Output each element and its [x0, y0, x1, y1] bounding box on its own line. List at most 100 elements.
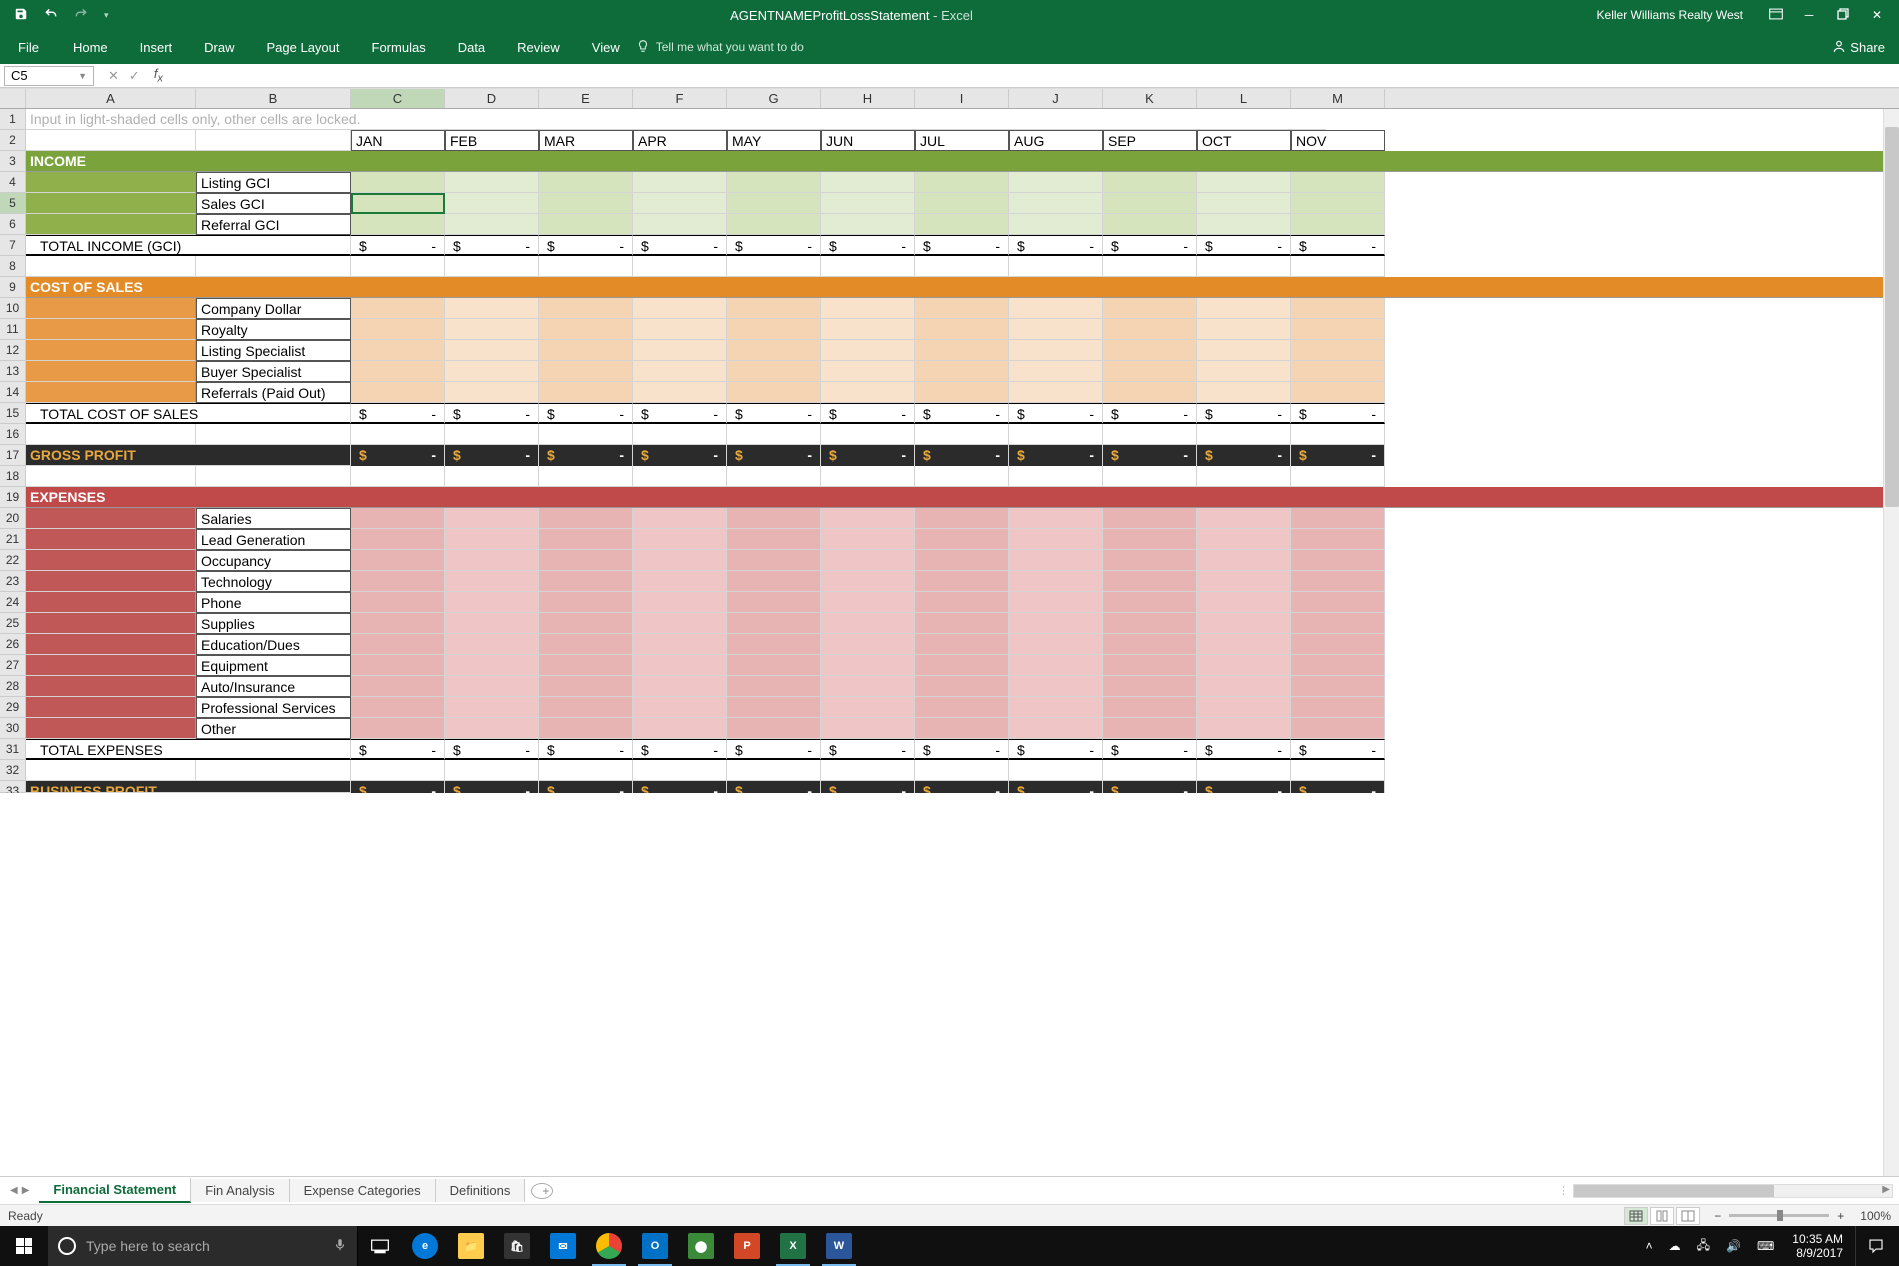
fx-icon[interactable]: fx [154, 66, 171, 85]
task-view-button[interactable] [358, 1226, 402, 1266]
cell[interactable] [539, 613, 633, 634]
cell[interactable] [351, 256, 445, 277]
row-header[interactable]: 6 [0, 214, 26, 235]
sheet-nav-prev-icon[interactable]: ◀ [10, 1185, 18, 1196]
row-header[interactable]: 7 [0, 235, 26, 256]
cell[interactable] [915, 634, 1009, 655]
cell[interactable]: SEP [1103, 130, 1197, 151]
cell[interactable] [633, 697, 727, 718]
cell[interactable] [445, 760, 539, 781]
cell[interactable]: $- [445, 445, 539, 466]
cell[interactable]: $- [351, 739, 445, 760]
cell[interactable] [445, 340, 539, 361]
cell[interactable] [445, 172, 539, 193]
cell[interactable] [915, 172, 1009, 193]
cell[interactable] [1103, 697, 1197, 718]
cell[interactable] [727, 214, 821, 235]
tray-volume-icon[interactable]: 🔊 [1720, 1235, 1747, 1257]
taskbar-outlook[interactable]: O [632, 1226, 678, 1266]
ribbon-display-icon[interactable] [1761, 4, 1791, 27]
cell[interactable]: $- [351, 445, 445, 466]
cell[interactable] [821, 634, 915, 655]
cell[interactable] [821, 256, 915, 277]
cell[interactable]: $- [1103, 739, 1197, 760]
cell[interactable] [1197, 424, 1291, 445]
cell[interactable] [633, 340, 727, 361]
cell[interactable] [1197, 676, 1291, 697]
cell[interactable] [1197, 172, 1291, 193]
sheet-tab-definitions[interactable]: Definitions [436, 1179, 526, 1202]
cell[interactable] [1009, 655, 1103, 676]
cell[interactable] [727, 634, 821, 655]
cell[interactable]: Occupancy [196, 550, 351, 571]
cell[interactable] [445, 319, 539, 340]
cell[interactable]: $- [445, 235, 539, 256]
cell[interactable] [915, 718, 1009, 739]
row-header[interactable]: 26 [0, 634, 26, 655]
tab-formulas[interactable]: Formulas [356, 32, 442, 63]
cell[interactable]: $- [915, 739, 1009, 760]
cell[interactable]: Phone [196, 592, 351, 613]
start-button[interactable] [0, 1226, 48, 1266]
col-header-l[interactable]: L [1197, 89, 1291, 108]
tab-home[interactable]: Home [57, 32, 124, 63]
cell[interactable] [1009, 319, 1103, 340]
cell[interactable] [539, 424, 633, 445]
cell[interactable] [351, 550, 445, 571]
cell[interactable] [1009, 550, 1103, 571]
cell[interactable] [26, 172, 196, 193]
cell[interactable] [1009, 718, 1103, 739]
cell[interactable] [727, 508, 821, 529]
cell[interactable] [445, 613, 539, 634]
cell[interactable] [1009, 613, 1103, 634]
cell[interactable] [26, 214, 196, 235]
cell[interactable]: OCT [1197, 130, 1291, 151]
view-page-break-button[interactable] [1676, 1207, 1700, 1225]
cell[interactable] [26, 193, 196, 214]
cell[interactable] [26, 529, 196, 550]
taskbar-file-explorer[interactable]: 📁 [448, 1226, 494, 1266]
cell[interactable] [1197, 508, 1291, 529]
cell[interactable] [633, 382, 727, 403]
cell[interactable] [539, 592, 633, 613]
cell[interactable] [727, 361, 821, 382]
cell[interactable] [915, 193, 1009, 214]
cell[interactable]: $- [1291, 235, 1385, 256]
cell[interactable] [351, 508, 445, 529]
zoom-out-button[interactable]: − [1714, 1209, 1721, 1223]
cell[interactable] [1291, 361, 1385, 382]
cell[interactable]: $- [1009, 781, 1103, 793]
cell[interactable] [1009, 466, 1103, 487]
cell[interactable]: JUN [821, 130, 915, 151]
cell[interactable] [821, 193, 915, 214]
cell[interactable] [539, 298, 633, 319]
cell[interactable]: $- [633, 445, 727, 466]
cell[interactable] [727, 655, 821, 676]
cell[interactable]: $- [351, 403, 445, 424]
cell[interactable] [1291, 298, 1385, 319]
cell[interactable] [445, 214, 539, 235]
cell[interactable] [539, 634, 633, 655]
cell[interactable] [196, 256, 351, 277]
cell[interactable]: $- [539, 445, 633, 466]
cell[interactable] [633, 760, 727, 781]
zoom-slider[interactable] [1729, 1214, 1829, 1217]
cell[interactable]: $- [1009, 739, 1103, 760]
tab-view[interactable]: View [576, 32, 636, 63]
cell[interactable] [539, 340, 633, 361]
cell[interactable] [1291, 529, 1385, 550]
cell[interactable] [1009, 592, 1103, 613]
cell[interactable] [915, 256, 1009, 277]
cell[interactable] [1291, 214, 1385, 235]
cell[interactable] [821, 466, 915, 487]
cell[interactable] [633, 214, 727, 235]
cell[interactable] [915, 508, 1009, 529]
cell[interactable] [1197, 718, 1291, 739]
cell[interactable] [539, 256, 633, 277]
cell[interactable]: Equipment [196, 655, 351, 676]
cell[interactable] [1291, 718, 1385, 739]
cell[interactable]: APR [633, 130, 727, 151]
cell[interactable] [915, 676, 1009, 697]
cell[interactable] [445, 193, 539, 214]
undo-icon[interactable] [38, 3, 64, 28]
